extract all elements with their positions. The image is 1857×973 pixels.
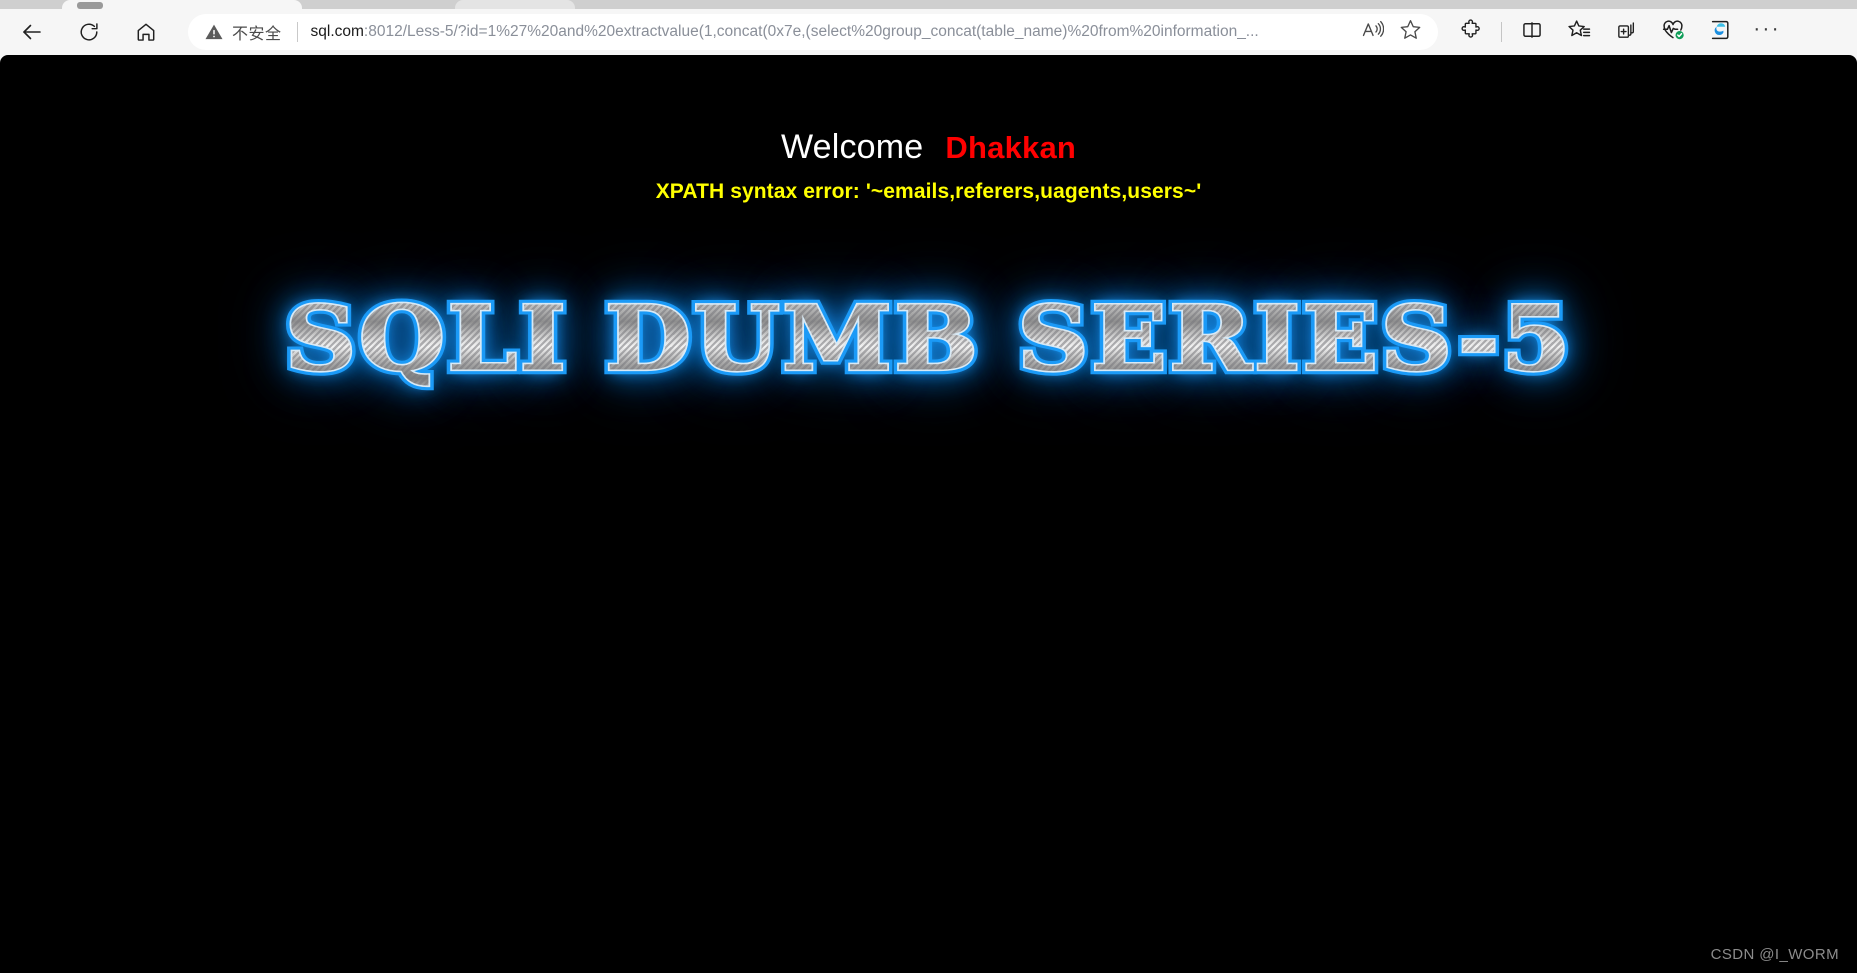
warning-triangle-icon [204, 22, 224, 42]
collections-button[interactable] [1560, 13, 1598, 51]
home-button[interactable] [127, 13, 165, 51]
extensions-button[interactable] [1452, 13, 1490, 51]
security-status-text: 不安全 [232, 26, 282, 43]
add-favorite-button[interactable] [1394, 16, 1426, 48]
arrow-left-icon [20, 20, 44, 44]
page-content: Welcome Dhakkan XPATH syntax error: '~ema… [0, 55, 1857, 973]
url-host: sql.com [310, 23, 364, 40]
back-button[interactable] [13, 13, 51, 51]
collections-icon [1567, 18, 1591, 46]
add-collection-icon [1615, 19, 1637, 46]
tab-strip [0, 0, 1857, 9]
home-icon [135, 21, 157, 43]
sqli-title: SQLI DUMB SERIES-5 SQLI DUMB SERIES-5 SQ… [279, 286, 1576, 391]
url-text[interactable]: sql.com:8012/Less-5/?id=1%27%20and%20ext… [311, 14, 1356, 50]
reload-button[interactable] [70, 13, 108, 51]
csdn-watermark: CSDN @I_WORM [1710, 946, 1839, 963]
add-to-collection-button[interactable] [1607, 13, 1645, 51]
welcome-greeting: Welcome [780, 128, 924, 166]
ellipsis-icon: ··· [1753, 16, 1781, 40]
ie-mode-button[interactable] [1701, 13, 1739, 51]
welcome-heading: Welcome Dhakkan [0, 128, 1857, 167]
heartbeat-check-icon [1661, 18, 1685, 47]
toolbar-separator [1501, 22, 1502, 42]
tab-title-sliver [77, 2, 103, 9]
welcome-username: Dhakkan [945, 130, 1077, 165]
read-aloud-icon [1361, 18, 1384, 46]
split-screen-button[interactable] [1513, 13, 1551, 51]
edge-logo-icon [1708, 18, 1732, 47]
address-bar-divider [296, 22, 298, 42]
inactive-tab[interactable] [455, 0, 575, 9]
browser-toolbar: 不安全 sql.com:8012/Less-5/?id=1%27%20and%2… [0, 9, 1857, 55]
sqli-title-fill-layer: SQLI DUMB SERIES-5 [284, 286, 1573, 391]
puzzle-icon [1460, 18, 1482, 46]
xpath-error-message: XPATH syntax error: '~emails,referers,ua… [655, 180, 1202, 203]
browser-window: 不安全 sql.com:8012/Less-5/?id=1%27%20and%2… [0, 0, 1857, 973]
read-aloud-button[interactable] [1356, 16, 1388, 48]
settings-and-more-button[interactable]: ··· [1748, 13, 1786, 51]
split-screen-icon [1521, 19, 1543, 46]
reload-icon [78, 21, 100, 43]
site-security-indicator[interactable]: 不安全 [188, 20, 282, 44]
url-path: :8012/Less-5/?id=1%27%20and%20extractval… [363, 23, 1259, 40]
page-viewport: Welcome Dhakkan XPATH syntax error: '~ema… [0, 55, 1857, 973]
address-bar[interactable]: 不安全 sql.com:8012/Less-5/?id=1%27%20and%2… [188, 14, 1438, 50]
sqli-title-banner: SQLI DUMB SERIES-5 SQLI DUMB SERIES-5 SQ… [0, 286, 1857, 391]
browser-essentials-button[interactable] [1654, 13, 1692, 51]
star-outline-icon [1399, 18, 1422, 46]
toolbar-actions: ··· [1452, 13, 1795, 51]
